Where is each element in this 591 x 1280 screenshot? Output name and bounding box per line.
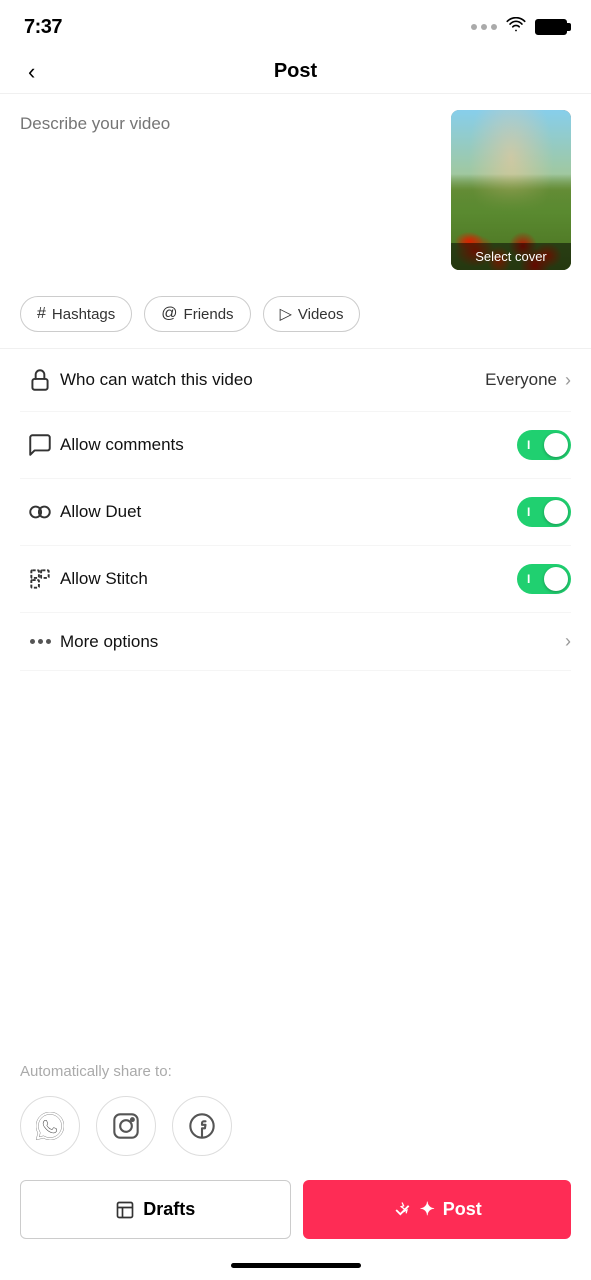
description-area: Select cover <box>0 94 591 286</box>
allow-duet-toggle[interactable]: I <box>517 497 571 527</box>
hashtags-button[interactable]: # Hashtags <box>20 296 132 332</box>
allow-comments-row[interactable]: Allow comments I <box>20 412 571 479</box>
share-label: Automatically share to: <box>20 1063 571 1080</box>
home-indicator <box>0 1255 591 1280</box>
post-icon <box>392 1200 412 1220</box>
page-header: ‹ Post <box>0 50 591 94</box>
more-icon <box>20 639 60 644</box>
video-thumbnail[interactable]: Select cover <box>451 110 571 270</box>
more-options-label: More options <box>60 632 561 652</box>
stitch-icon <box>20 566 60 592</box>
description-input[interactable] <box>20 110 435 270</box>
who-can-watch-label: Who can watch this video <box>60 370 485 390</box>
lock-icon <box>20 367 60 393</box>
chevron-right-icon: › <box>565 370 571 391</box>
share-icons-row <box>20 1096 571 1156</box>
battery-icon <box>535 19 567 35</box>
who-can-watch-row[interactable]: Who can watch this video Everyone › <box>20 349 571 412</box>
status-time: 7:37 <box>24 16 62 39</box>
allow-duet-row[interactable]: Allow Duet I <box>20 479 571 546</box>
bottom-buttons: Drafts ✦ Post <box>0 1168 591 1255</box>
settings-list: Who can watch this video Everyone › Allo… <box>0 349 591 671</box>
signal-icon <box>471 24 497 30</box>
page-title: Post <box>274 60 317 83</box>
whatsapp-share-button[interactable] <box>20 1096 80 1156</box>
friends-button[interactable]: @ Friends <box>144 296 250 332</box>
drafts-icon <box>115 1200 135 1220</box>
more-options-row[interactable]: More options › <box>20 613 571 671</box>
more-options-chevron: › <box>561 631 571 652</box>
allow-comments-toggle[interactable]: I <box>517 430 571 460</box>
facebook-share-button[interactable] <box>172 1096 232 1156</box>
home-bar <box>231 1263 361 1268</box>
wifi-icon <box>505 17 527 38</box>
allow-duet-label: Allow Duet <box>60 502 517 522</box>
status-bar: 7:37 <box>0 0 591 50</box>
hashtag-icon: # <box>37 305 46 323</box>
status-icons <box>471 17 567 38</box>
allow-comments-label: Allow comments <box>60 435 517 455</box>
tags-row: # Hashtags @ Friends ▷ Videos <box>0 286 591 349</box>
who-can-watch-value: Everyone › <box>485 370 571 391</box>
duet-icon <box>20 499 60 525</box>
chevron-right-icon: › <box>565 631 571 652</box>
allow-stitch-row[interactable]: Allow Stitch I <box>20 546 571 613</box>
play-icon: ▷ <box>280 304 292 324</box>
friends-label: Friends <box>184 306 234 323</box>
select-cover-label[interactable]: Select cover <box>451 243 571 270</box>
videos-label: Videos <box>298 306 344 323</box>
instagram-share-button[interactable] <box>96 1096 156 1156</box>
allow-stitch-toggle[interactable]: I <box>517 564 571 594</box>
hashtags-label: Hashtags <box>52 306 115 323</box>
allow-stitch-label: Allow Stitch <box>60 569 517 589</box>
comment-icon <box>20 432 60 458</box>
at-icon: @ <box>161 305 177 323</box>
post-button[interactable]: ✦ Post <box>303 1180 572 1239</box>
back-button[interactable]: ‹ <box>20 55 43 89</box>
share-section: Automatically share to: <box>0 1039 591 1168</box>
drafts-button[interactable]: Drafts <box>20 1180 291 1239</box>
videos-button[interactable]: ▷ Videos <box>263 296 361 332</box>
